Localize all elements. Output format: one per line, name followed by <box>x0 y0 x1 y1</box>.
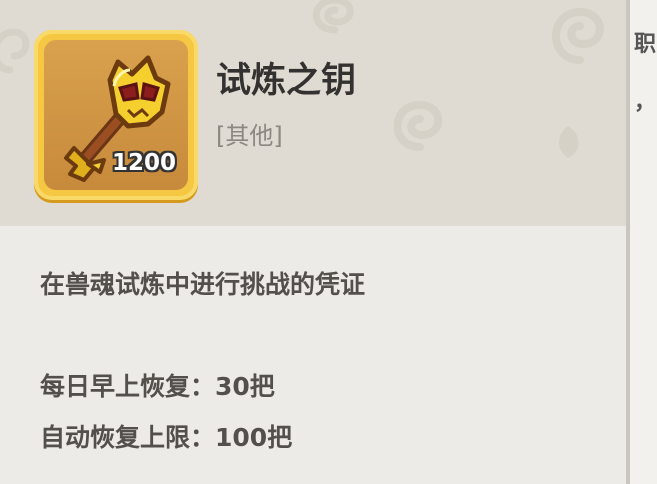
item-icon-background: 1200 <box>44 40 188 190</box>
item-icon-frame: 1200 <box>34 30 198 200</box>
item-name: 试炼之钥 <box>216 61 357 101</box>
background-text-fragment: ， <box>634 90 657 115</box>
daily-recovery-stat: 每日早上恢复：30把 <box>40 367 275 403</box>
item-category: [其他] <box>216 122 283 150</box>
stat-label: 自动恢复上限： <box>40 423 216 452</box>
item-description: 在兽魂试炼中进行挑战的凭证 <box>40 270 366 299</box>
background-text-fragment: 职 <box>634 32 657 57</box>
leaf-decoration-icon <box>559 126 579 158</box>
swirl-decoration-icon <box>312 0 354 34</box>
stat-value: 30把 <box>215 372 275 401</box>
stat-label: 每日早上恢复： <box>40 372 216 401</box>
recovery-cap-stat: 自动恢复上限：100把 <box>40 418 292 454</box>
swirl-decoration-icon <box>393 100 443 151</box>
item-header: 1200 试炼之钥 [其他] <box>0 0 626 226</box>
item-quantity: 1200 <box>111 150 176 176</box>
background-behind-panel: 职 ， <box>630 0 657 484</box>
item-tooltip-panel: 1200 试炼之钥 [其他] 在兽魂试炼中进行挑战的凭证 每日早上恢复：30把 … <box>0 0 630 484</box>
stat-value: 100把 <box>215 423 293 452</box>
swirl-decoration-icon <box>552 7 604 64</box>
